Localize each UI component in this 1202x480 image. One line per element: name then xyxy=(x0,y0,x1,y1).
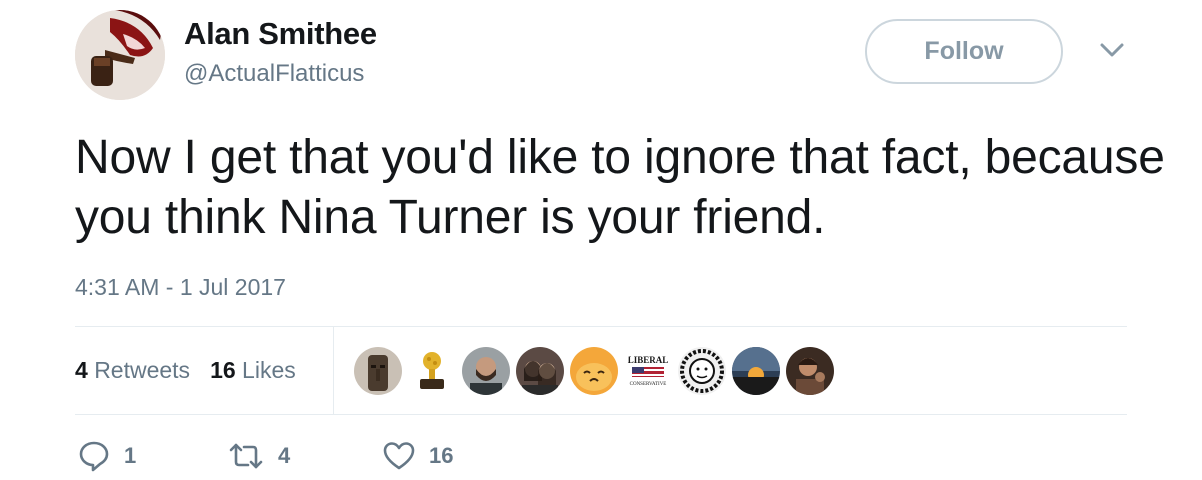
person-photo-avatar[interactable] xyxy=(786,347,834,395)
bearded-man-avatar[interactable] xyxy=(462,347,510,395)
reply-icon xyxy=(79,441,109,472)
liberal-text: LIBERAL xyxy=(628,355,669,365)
user-handle[interactable]: @ActualFlatticus xyxy=(184,60,364,88)
likes-stat[interactable]: 16 Likes xyxy=(210,357,296,384)
reply-button[interactable]: 1 xyxy=(78,440,228,472)
like-button[interactable]: 16 xyxy=(383,441,453,471)
user-avatar[interactable] xyxy=(75,10,165,100)
cartoon-egg-avatar[interactable] xyxy=(570,347,618,395)
retweet-button[interactable]: 4 xyxy=(228,442,383,470)
likers-list: LIBERAL CONSERVATIVE xyxy=(354,347,840,395)
heart-icon xyxy=(383,442,415,470)
tweet-text: Now I get that you'd like to ignore that… xyxy=(75,131,1165,244)
retweet-icon xyxy=(229,443,263,469)
likes-count: 16 xyxy=(210,357,236,383)
raspberry-trophy-avatar[interactable] xyxy=(408,347,456,395)
likes-label: Likes xyxy=(242,357,296,383)
moai-statue-avatar[interactable] xyxy=(354,347,402,395)
display-name[interactable]: Alan Smithee xyxy=(184,16,377,52)
tweet-timestamp[interactable]: 4:31 AM - 1 Jul 2017 xyxy=(75,274,286,301)
divider xyxy=(75,414,1127,415)
retweets-stat[interactable]: 4 Retweets xyxy=(75,357,190,384)
retweet-count: 4 xyxy=(278,443,291,468)
follow-button[interactable]: Follow xyxy=(865,19,1063,84)
reply-count: 1 xyxy=(124,443,137,468)
sunset-avatar[interactable] xyxy=(732,347,780,395)
tweet-actions: 1 4 16 xyxy=(78,440,453,472)
retweets-count: 4 xyxy=(75,357,88,383)
tweet-stats: 4 Retweets 16 Likes xyxy=(75,327,316,414)
like-count: 16 xyxy=(429,443,454,468)
two-women-avatar[interactable] xyxy=(516,347,564,395)
chevron-down-icon[interactable] xyxy=(1098,40,1126,60)
sketch-portrait-avatar[interactable] xyxy=(678,347,726,395)
retweets-label: Retweets xyxy=(94,357,191,383)
stats-separator xyxy=(333,327,334,414)
tweet-card: Alan Smithee @ActualFlatticus Follow Now… xyxy=(0,0,1202,480)
pipe-smoker-icon xyxy=(75,10,165,100)
liberal-conservative-logo-avatar[interactable]: LIBERAL CONSERVATIVE xyxy=(624,347,672,395)
conservative-text: CONSERVATIVE xyxy=(630,382,667,387)
